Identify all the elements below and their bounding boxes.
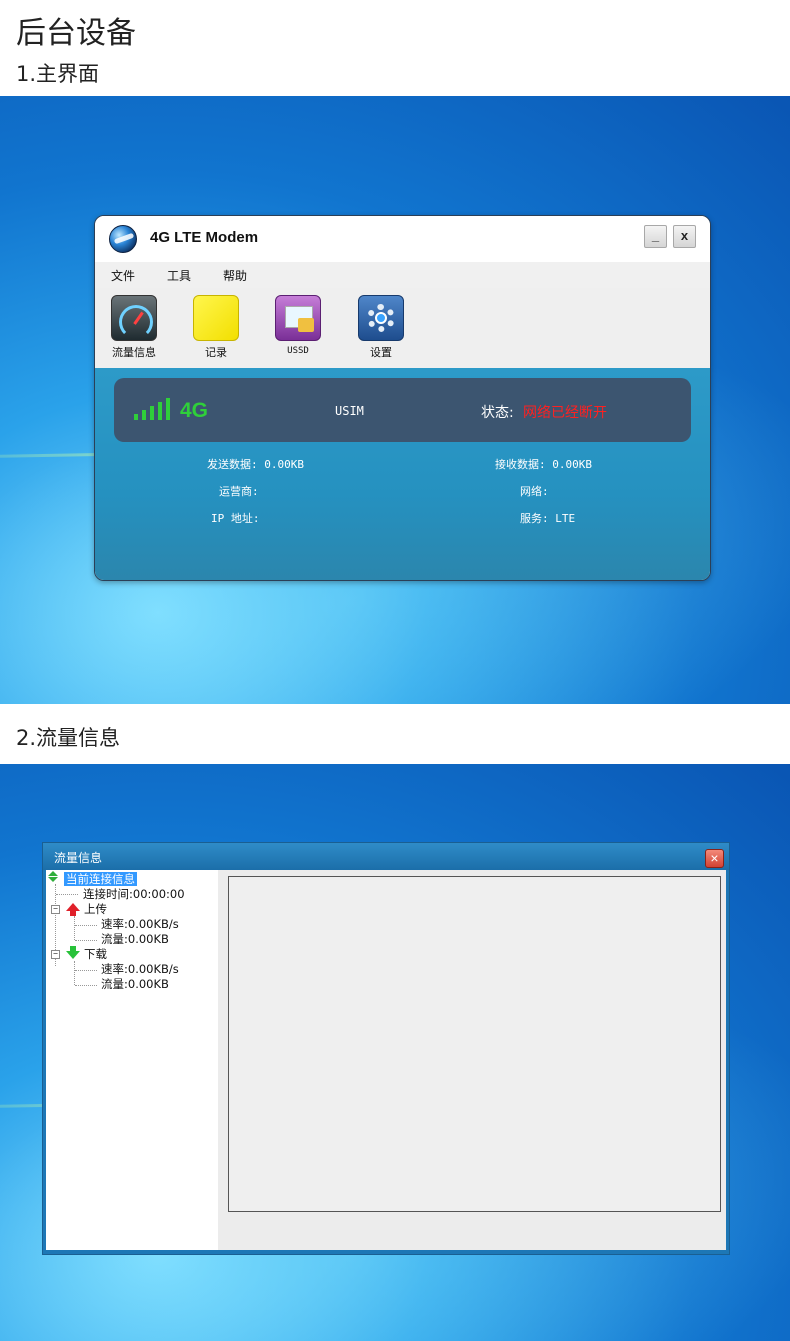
collapse-upload-icon[interactable]: − xyxy=(51,905,60,914)
status-panel: 4G USIM 状态: 网络已经断开 xyxy=(114,378,691,442)
ip-address-label: IP 地址: xyxy=(211,512,260,525)
menu-file[interactable]: 文件 xyxy=(111,267,135,284)
sim-type-label: USIM xyxy=(335,404,364,418)
modem-window-title: 4G LTE Modem xyxy=(150,229,259,246)
traffic-graph-panel xyxy=(228,876,721,1212)
desktop-screenshot-main: 4G LTE Modem _ x 文件 工具 帮助 流量信息 记录 USSD 设… xyxy=(0,96,790,704)
network-label: 网络: xyxy=(520,485,549,498)
page-heading: 后台设备 xyxy=(16,16,136,51)
tree-node-upload-rate[interactable]: 速率:0.00KB/s xyxy=(101,916,179,932)
tree-node-upload[interactable]: 上传 xyxy=(84,901,107,917)
traffic-client-area: 当前连接信息 连接时间:00:00:00 − 上传 速率:0.00KB/s 流量… xyxy=(46,870,726,1250)
traffic-titlebar[interactable]: 流量信息 × xyxy=(43,843,729,870)
modem-titlebar[interactable]: 4G LTE Modem _ x xyxy=(95,216,710,262)
network-type-label: 4G xyxy=(180,399,209,422)
toolbar: 流量信息 记录 USSD 设置 xyxy=(95,288,710,368)
toolbar-ussd[interactable]: USSD xyxy=(268,295,328,356)
received-data: 接收数据: 0.00KB xyxy=(495,458,592,471)
sent-data: 发送数据: 0.00KB xyxy=(207,458,304,471)
toolbar-traffic-info-label: 流量信息 xyxy=(112,346,156,359)
desktop-screenshot-traffic: 流量信息 × 当前连接信息 连接时间:00:00:00 − 上传 速率:0.00… xyxy=(0,764,790,1341)
toolbar-settings[interactable]: 设置 xyxy=(351,295,411,360)
globe-icon xyxy=(109,225,137,253)
menu-help[interactable]: 帮助 xyxy=(223,267,247,284)
section-label-main: 1.主界面 xyxy=(16,62,100,86)
toolbar-settings-label: 设置 xyxy=(370,346,392,359)
toolbar-ussd-label: USSD xyxy=(287,346,309,356)
modem-window: 4G LTE Modem _ x 文件 工具 帮助 流量信息 记录 USSD 设… xyxy=(94,215,711,581)
status-label: 状态: xyxy=(481,405,514,421)
service-label: 服务: LTE xyxy=(520,512,576,525)
operator-label: 运营商: xyxy=(219,485,259,498)
tree-node-download-volume[interactable]: 流量:0.00KB xyxy=(101,976,169,992)
traffic-window-title: 流量信息 xyxy=(54,851,103,865)
tree-node-current-connection[interactable]: 当前连接信息 xyxy=(64,871,137,887)
tree-node-connect-time[interactable]: 连接时间:00:00:00 xyxy=(83,886,185,902)
close-button[interactable]: x xyxy=(673,225,696,248)
tree-node-current-connection-label: 当前连接信息 xyxy=(64,872,137,886)
toolbar-records[interactable]: 记录 xyxy=(186,294,246,360)
minimize-button[interactable]: _ xyxy=(644,225,667,248)
traffic-window: 流量信息 × 当前连接信息 连接时间:00:00:00 − 上传 速率:0.00… xyxy=(42,842,730,1255)
tree-node-download-rate[interactable]: 速率:0.00KB/s xyxy=(101,961,179,977)
gear-icon xyxy=(358,295,404,341)
traffic-tree: 当前连接信息 连接时间:00:00:00 − 上传 速率:0.00KB/s 流量… xyxy=(46,870,218,1250)
ussd-icon xyxy=(275,295,321,341)
collapse-download-icon[interactable]: − xyxy=(51,950,60,959)
section-label-traffic: 2.流量信息 xyxy=(16,726,121,750)
status-value: 网络已经断开 xyxy=(523,405,607,421)
note-icon xyxy=(193,294,241,341)
modem-status-area: 4G USIM 状态: 网络已经断开 发送数据: 0.00KB 接收数据: 0.… xyxy=(95,368,710,580)
close-button[interactable]: × xyxy=(705,849,724,868)
gauge-icon xyxy=(111,295,157,341)
toolbar-records-label: 记录 xyxy=(205,346,227,359)
menu-tools[interactable]: 工具 xyxy=(167,267,191,284)
toolbar-traffic-info[interactable]: 流量信息 xyxy=(104,295,164,360)
tree-node-download[interactable]: 下载 xyxy=(84,946,107,962)
menu-bar: 文件 工具 帮助 xyxy=(95,262,710,288)
tree-node-upload-volume[interactable]: 流量:0.00KB xyxy=(101,931,169,947)
